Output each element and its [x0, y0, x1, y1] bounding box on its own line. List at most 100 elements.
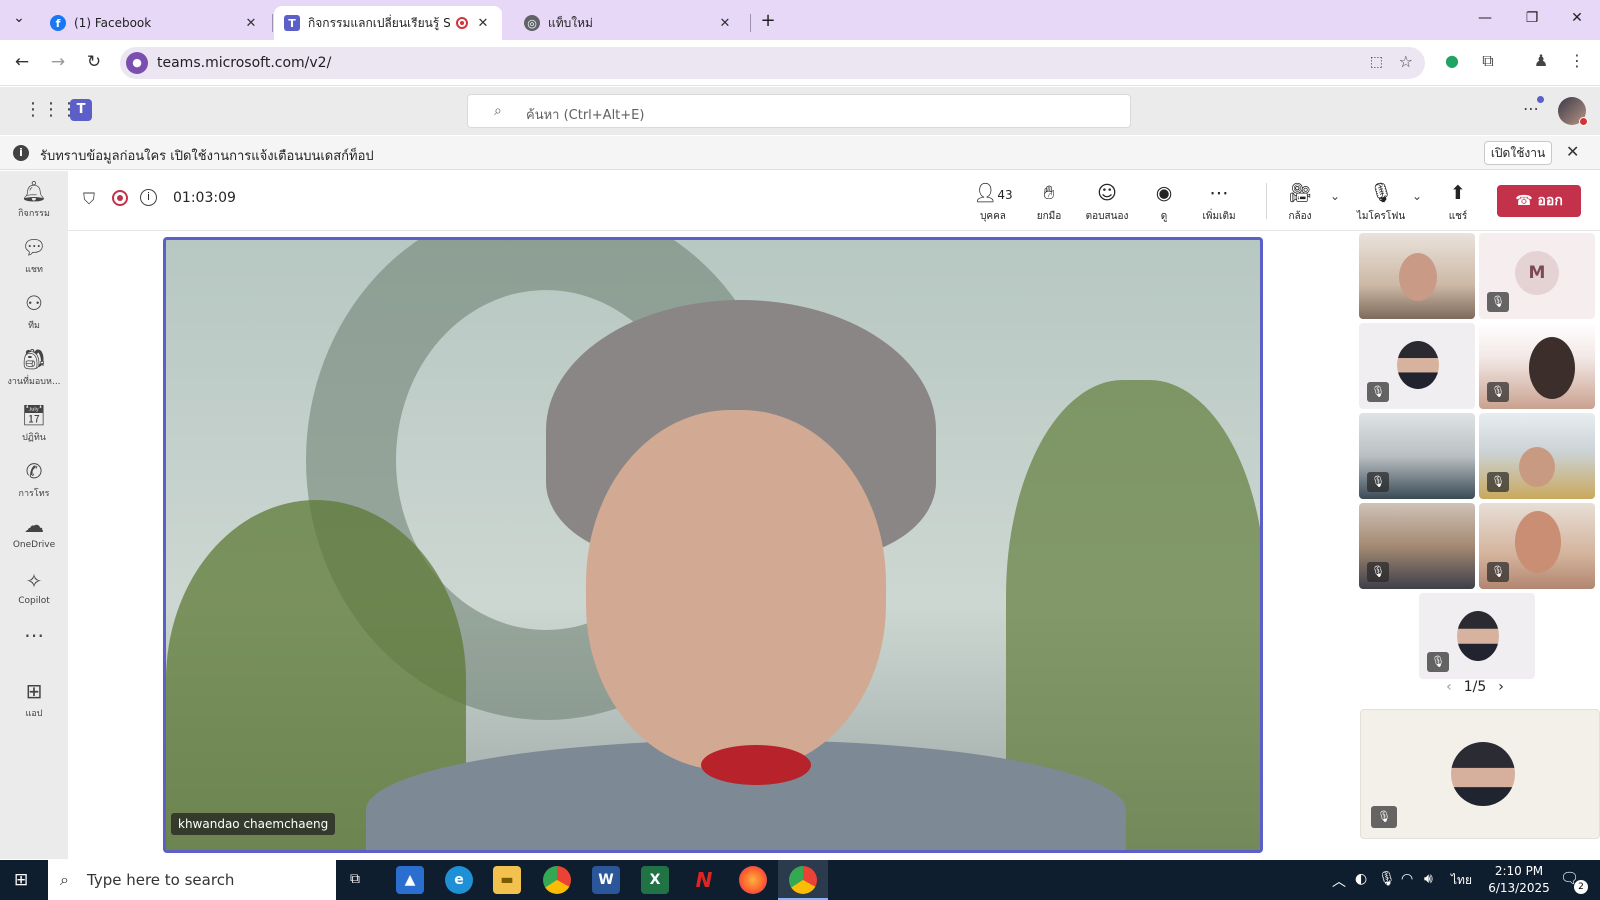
taskbar-search-placeholder[interactable]: Type here to search: [87, 871, 234, 889]
rail-item-chat[interactable]: 💬︎ แชท: [0, 235, 68, 276]
participant-tile[interactable]: 🎙︎: [1479, 503, 1595, 589]
tab-close-icon[interactable]: ✕: [242, 16, 260, 31]
control-label: บุคคล: [980, 211, 1006, 222]
participant-tile[interactable]: 🎙︎: [1419, 593, 1535, 679]
chrome-icon[interactable]: [543, 866, 571, 894]
address-bar[interactable]: ● teams.microsoft.com/v2/ ⬚ ☆: [120, 47, 1425, 79]
more-options-icon[interactable]: ⋯: [1523, 99, 1539, 118]
windows-taskbar: ⊞ ⌕ Type here to search ⧉ ▲ e ▬ W X N ︿ …: [0, 860, 1600, 900]
muted-mic-icon: 🎙︎: [1371, 806, 1397, 828]
tray-chevron-icon[interactable]: ︿: [1332, 871, 1346, 891]
camera-button[interactable]: 🎥︎ กล้อง: [1278, 181, 1322, 224]
mic-options-chevron-icon[interactable]: ⌄: [1412, 189, 1422, 203]
prev-page-icon[interactable]: ‹: [1446, 679, 1452, 695]
clock-time: 2:10 PM: [1494, 864, 1544, 878]
reload-icon[interactable]: ↻: [83, 52, 105, 72]
people-button[interactable]: 👤︎43 บุคคล: [972, 181, 1014, 224]
rail-item-onedrive[interactable]: ☁︎ OneDrive: [0, 513, 68, 550]
rail-item-copilot[interactable]: ✧ Copilot: [0, 569, 68, 606]
word-icon[interactable]: W: [592, 866, 620, 894]
rail-item-apps[interactable]: ⊞ แอป: [0, 679, 68, 720]
participant-tile[interactable]: 🎙︎: [1479, 413, 1595, 499]
more-button[interactable]: ⋯ เพิ่มเติม: [1194, 181, 1244, 224]
profile-avatar-icon[interactable]: ♟: [1530, 51, 1552, 70]
browser-menu-icon[interactable]: ⋮: [1566, 51, 1588, 70]
firefox-icon[interactable]: [739, 866, 767, 894]
self-view-tile[interactable]: 🎙︎: [1360, 709, 1600, 839]
edge-icon[interactable]: e: [445, 866, 473, 894]
minimize-icon[interactable]: —: [1475, 10, 1495, 30]
tab-teams-meeting[interactable]: T กิจกรรมแลกเปลี่ยนเรียนรู้ SAR ✕: [274, 6, 502, 40]
taskbar-search[interactable]: ⌕ Type here to search: [48, 860, 336, 900]
muted-mic-icon: 🎙︎: [1367, 562, 1389, 582]
participant-tile[interactable]: 🎙︎: [1359, 413, 1475, 499]
new-tab-plus-icon[interactable]: +: [758, 10, 778, 31]
tab-close-icon[interactable]: ✕: [716, 16, 734, 31]
tab-new-tab[interactable]: ◎ แท็บใหม่ ✕: [514, 6, 744, 40]
speaker-face: [586, 410, 886, 770]
raise-hand-button[interactable]: ✋︎ ยกมือ: [1028, 181, 1070, 224]
browser-toolbar: ← → ↻ ● teams.microsoft.com/v2/ ⬚ ☆ ● ⧉ …: [0, 40, 1600, 86]
tab-facebook[interactable]: f (1) Facebook ✕: [40, 6, 270, 40]
teams-icon: T: [284, 15, 300, 31]
rail-item-calendar[interactable]: 📅︎ ปฏิทิน: [0, 403, 68, 444]
task-view-icon[interactable]: ⧉: [350, 871, 360, 887]
search-placeholder[interactable]: ค้นหา (Ctrl+Alt+E): [526, 104, 644, 125]
participant-video: [1457, 611, 1499, 661]
windows-start-icon[interactable]: ⊞: [14, 870, 28, 890]
main-speaker-video[interactable]: khwandao chaemchaeng: [163, 237, 1263, 853]
app-icon[interactable]: ▲: [396, 866, 424, 894]
install-app-icon[interactable]: ⬚: [1370, 54, 1383, 70]
window-close-icon[interactable]: ✕: [1567, 10, 1587, 30]
rail-item-teams[interactable]: ⚇ ทีม: [0, 291, 68, 332]
participant-tile[interactable]: [1359, 233, 1475, 319]
shield-icon[interactable]: ⛉: [83, 189, 95, 209]
enable-notifications-button[interactable]: เปิดใช้งาน: [1484, 141, 1552, 165]
microphone-tray-icon[interactable]: 🎙︎: [1378, 871, 1396, 887]
meet-now-icon[interactable]: ◐: [1355, 871, 1367, 887]
volume-icon[interactable]: 🔊︎: [1424, 871, 1433, 887]
excel-icon[interactable]: X: [641, 866, 669, 894]
chrome-active-icon[interactable]: [789, 866, 817, 894]
participant-video: [1529, 337, 1575, 399]
url-text[interactable]: teams.microsoft.com/v2/: [157, 55, 331, 71]
cloud-icon: ☁︎: [24, 513, 44, 537]
language-indicator[interactable]: ไทย: [1451, 871, 1472, 890]
participant-tile[interactable]: 🎙︎: [1479, 323, 1595, 409]
view-button[interactable]: ◉ ดู: [1146, 181, 1182, 224]
system-clock[interactable]: 2:10 PM 6/13/2025: [1484, 863, 1554, 897]
camera-options-chevron-icon[interactable]: ⌄: [1330, 189, 1340, 203]
back-arrow-icon[interactable]: ←: [11, 52, 33, 72]
participant-tile[interactable]: 🎙︎: [1359, 503, 1475, 589]
react-button[interactable]: ☺ ตอบสนอง: [1080, 181, 1134, 224]
microphone-button[interactable]: 🎙︎ ไมโครโฟน: [1356, 181, 1406, 224]
participant-tile[interactable]: M 🎙︎: [1479, 233, 1595, 319]
share-button[interactable]: ⬆ แชร์: [1438, 181, 1478, 224]
rail-item-activity[interactable]: 🔔︎ กิจกรรม: [0, 179, 68, 220]
tab-title: แท็บใหม่: [548, 15, 593, 30]
banner-close-icon[interactable]: ✕: [1566, 142, 1579, 161]
rail-item-assignments[interactable]: 🎒︎ งานที่มอบห...: [0, 347, 68, 388]
participant-tile[interactable]: 🎙︎: [1359, 323, 1475, 409]
tab-search-dropdown-icon[interactable]: ⌄: [9, 10, 29, 30]
tab-close-icon[interactable]: ✕: [474, 16, 492, 31]
next-page-icon[interactable]: ›: [1498, 679, 1504, 695]
forward-arrow-icon[interactable]: →: [47, 52, 69, 72]
recording-icon: [112, 190, 128, 206]
wifi-icon[interactable]: ◠: [1401, 871, 1413, 887]
restore-icon[interactable]: ❐: [1522, 10, 1542, 30]
file-explorer-icon[interactable]: ▬: [493, 866, 521, 894]
rail-item-calls[interactable]: ✆ การโทร: [0, 459, 68, 500]
grammarly-extension-icon[interactable]: ●: [1441, 51, 1463, 70]
leave-button[interactable]: ☎︎ ออก: [1497, 185, 1581, 217]
extensions-puzzle-icon[interactable]: ⧉: [1477, 51, 1499, 71]
app-n-icon[interactable]: N: [690, 866, 718, 894]
search-box[interactable]: ⌕ ค้นหา (Ctrl+Alt+E): [467, 94, 1131, 128]
info-icon: i: [13, 145, 29, 161]
chat-icon: 💬︎: [21, 235, 47, 259]
rail-more-apps[interactable]: ⋯: [0, 623, 68, 647]
bookmark-star-icon[interactable]: ☆: [1399, 52, 1413, 71]
microphone-site-icon[interactable]: ●: [126, 52, 148, 74]
app-rail: 🔔︎ กิจกรรม 💬︎ แชท ⚇ ทีม 🎒︎ งานที่มอบห... 📅︎ ป…: [0, 171, 68, 859]
meeting-info-icon[interactable]: i: [140, 189, 157, 206]
